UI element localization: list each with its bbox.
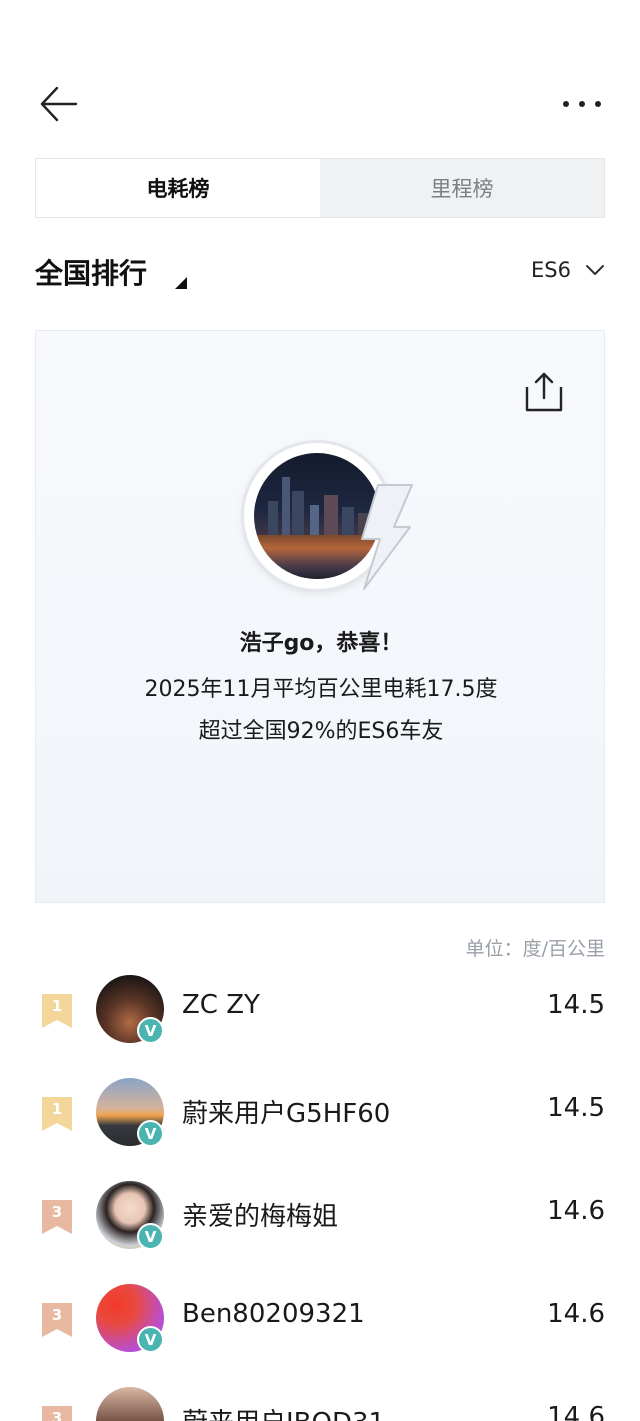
- ranking-scope-selector[interactable]: 全国排行: [35, 252, 147, 292]
- verified-icon: V: [137, 1017, 164, 1044]
- ranking-header: 全国排行 ES6: [35, 250, 605, 296]
- consumption-value: 14.6: [547, 1402, 605, 1421]
- caret-icon: [175, 277, 187, 289]
- consumption-value: 14.5: [547, 990, 605, 1020]
- tab-energy[interactable]: 电耗榜: [36, 159, 320, 217]
- monthly-consumption-text: 2025年11月平均百公里电耗17.5度: [144, 677, 498, 702]
- model-label: ES6: [531, 258, 571, 282]
- list-item[interactable]: 3 V 蔚来用户JBQD31 14.6: [0, 1382, 640, 1421]
- tab-mileage[interactable]: 里程榜: [320, 159, 604, 217]
- rank-medal-icon: 3: [42, 1200, 72, 1234]
- verified-icon: V: [137, 1120, 164, 1147]
- chevron-down-icon: [586, 265, 604, 275]
- user-name: Ben80209321: [182, 1299, 365, 1329]
- lightning-icon: [361, 484, 413, 590]
- share-icon: [525, 372, 563, 412]
- model-selector[interactable]: ES6: [531, 258, 605, 282]
- rank-medal-icon: 3: [42, 1303, 72, 1337]
- greeting-text: 浩子go，恭喜！: [239, 631, 403, 656]
- list-item[interactable]: 3 V 亲爱的梅梅姐 14.6: [0, 1176, 640, 1279]
- list-item[interactable]: 1 V 蔚来用户G5HF60 14.5: [0, 1073, 640, 1176]
- user-name: ZC ZY: [182, 990, 260, 1020]
- list-item[interactable]: 1 V ZC ZY 14.5: [0, 970, 640, 1073]
- leaderboard-list: 1 V ZC ZY 14.5 1 V 蔚来用户G5HF60 14.5 3 V 亲…: [0, 970, 640, 1421]
- user-badge: [244, 443, 413, 599]
- avatar[interactable]: [96, 1387, 164, 1421]
- unit-label: 单位：度/百公里: [465, 938, 605, 960]
- rank-medal-icon: 3: [42, 1406, 72, 1421]
- percentile-text: 超过全国92%的ES6车友: [198, 719, 444, 744]
- consumption-value: 14.5: [547, 1093, 605, 1123]
- more-dots-icon: [563, 101, 601, 107]
- user-name: 蔚来用户JBQD31: [182, 1402, 385, 1421]
- list-item[interactable]: 3 V Ben80209321 14.6: [0, 1279, 640, 1382]
- top-bar: [0, 70, 640, 134]
- leaderboard-tabs: 电耗榜 里程榜: [35, 158, 605, 218]
- arrow-left-icon: [40, 86, 78, 122]
- share-button[interactable]: [524, 371, 564, 413]
- back-button[interactable]: [36, 82, 80, 126]
- verified-icon: V: [137, 1223, 164, 1250]
- summary-card: 浩子go，恭喜！ 2025年11月平均百公里电耗17.5度 超过全国92%的ES…: [35, 330, 605, 903]
- rank-medal-icon: 1: [42, 1097, 72, 1131]
- rank-medal-icon: 1: [42, 994, 72, 1028]
- user-name: 亲爱的梅梅姐: [182, 1202, 339, 1232]
- consumption-value: 14.6: [547, 1196, 605, 1226]
- consumption-value: 14.6: [547, 1299, 605, 1329]
- verified-icon: V: [137, 1326, 164, 1353]
- more-button[interactable]: [560, 90, 604, 118]
- user-name: 蔚来用户G5HF60: [182, 1099, 391, 1129]
